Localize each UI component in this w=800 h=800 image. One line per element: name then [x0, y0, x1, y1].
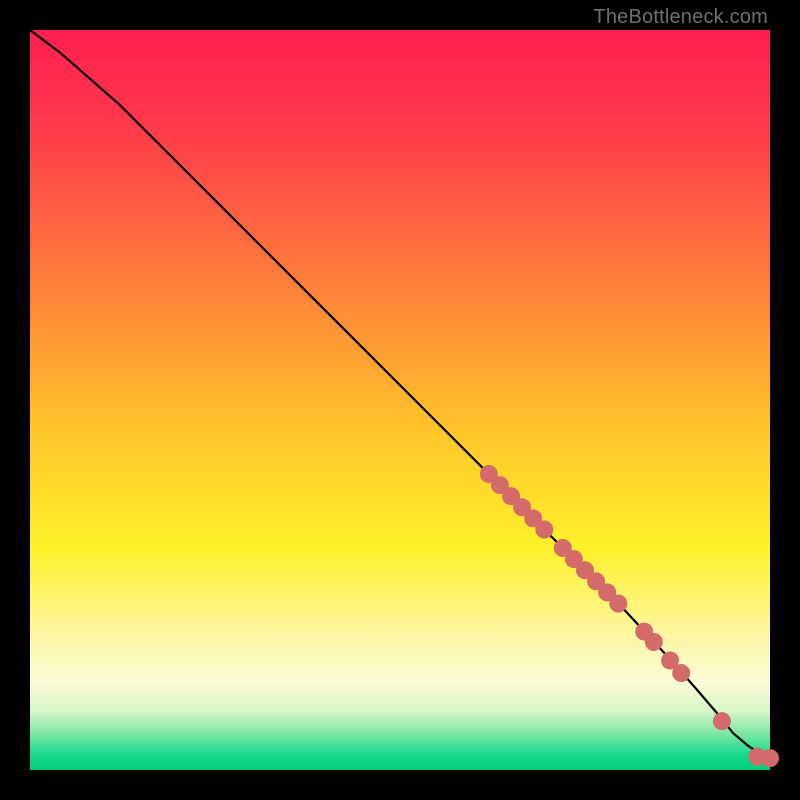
scatter-point — [761, 749, 779, 767]
scatter-point — [535, 521, 553, 539]
scatter-point — [713, 712, 731, 730]
scatter-point — [672, 664, 690, 682]
attribution-text: TheBottleneck.com — [593, 6, 768, 29]
plot-overlay — [30, 30, 770, 770]
scatter-point — [645, 633, 663, 651]
scatter-point — [609, 595, 627, 613]
chart-stage: TheBottleneck.com — [0, 0, 800, 800]
